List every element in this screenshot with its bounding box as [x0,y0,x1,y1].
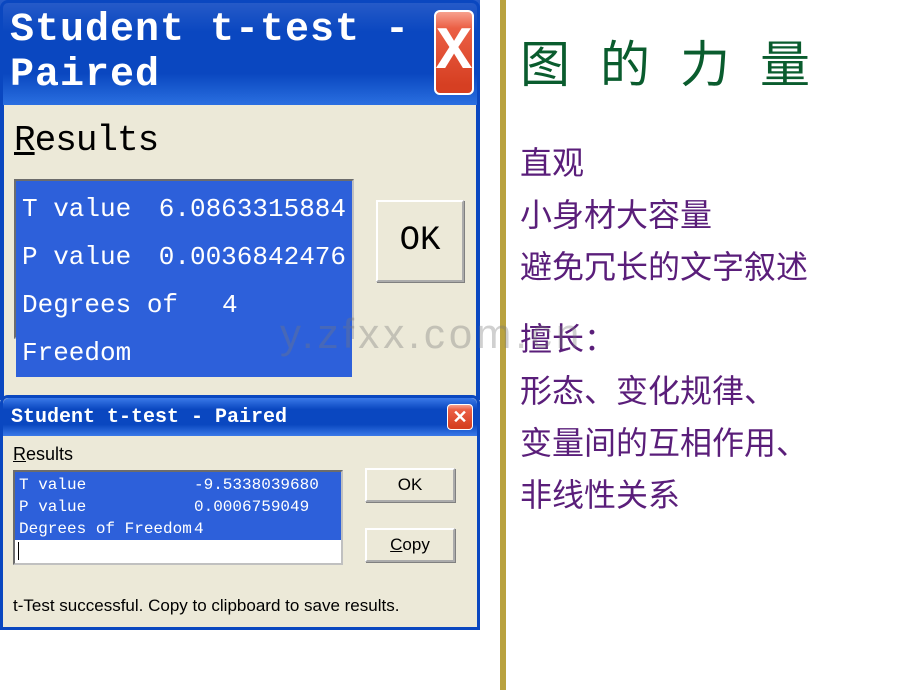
dialog-body: Results T value6.0863315884 P value0.003… [0,105,480,400]
list-row: Degrees of Freedom4 [22,281,346,377]
list-row: T value-9.5338039680 [19,474,337,496]
dialog-ttest-small: Student t-test - Paired ✕ Results T valu… [0,395,480,630]
body-text: 直观 小身材大容量 避免冗长的文字叙述 擅长： 形态、变化规律、 变量间的互相作… [520,137,910,521]
vertical-divider [500,0,506,690]
list-row: T value6.0863315884 [22,185,346,233]
close-button[interactable]: ✕ [447,404,473,430]
status-text: t-Test successful. Copy to clipboard to … [13,596,399,616]
results-label: Results [13,444,467,465]
copy-button[interactable]: Copy [365,528,455,562]
results-label: Results [14,120,461,161]
titlebar[interactable]: Student t-test - Paired X [0,0,480,105]
window-title: Student t-test - Paired [11,406,287,429]
heading: 图的力量 [520,25,910,97]
close-button[interactable]: X [434,10,474,95]
titlebar[interactable]: Student t-test - Paired ✕ [3,398,477,436]
results-listbox[interactable]: T value-9.5338039680 P value0.0006759049… [13,470,343,565]
ok-button[interactable]: OK [376,200,464,282]
text-panel: 图的力量 直观 小身材大容量 避免冗长的文字叙述 擅长： 形态、变化规律、 变量… [520,25,910,521]
ok-button[interactable]: OK [365,468,455,502]
list-row: Degrees of Freedom4 [19,518,337,540]
dialog-body: Results T value-9.5338039680 P value0.00… [3,436,477,626]
window-title: Student t-test - Paired [10,8,434,98]
list-row: P value0.0006759049 [19,496,337,518]
text-cursor [18,542,19,560]
list-row: P value0.0036842476 [22,233,346,281]
results-listbox[interactable]: T value6.0863315884 P value0.0036842476 … [14,179,354,339]
dialog-ttest-large: Student t-test - Paired X Results T valu… [0,0,480,400]
